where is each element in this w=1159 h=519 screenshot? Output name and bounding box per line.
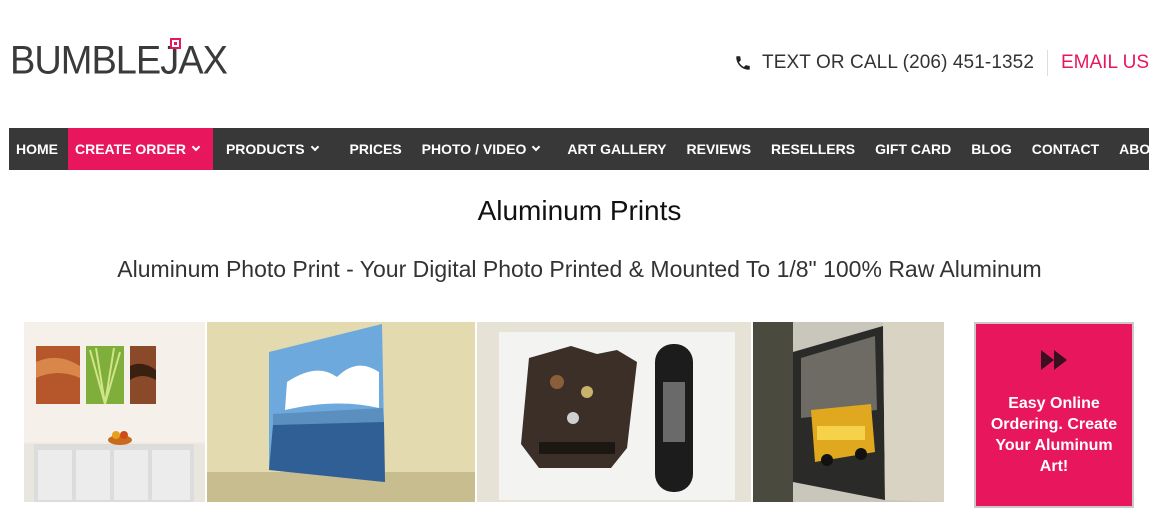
phone-icon [734, 54, 752, 72]
nav-art-gallery[interactable]: ART GALLERY [557, 128, 676, 170]
nav-about[interactable]: ABOUT [1109, 128, 1159, 170]
nav-label: REVIEWS [686, 141, 752, 157]
logo-mark-icon [170, 38, 181, 49]
chevron-down-icon [191, 142, 201, 152]
nav-contact[interactable]: CONTACT [1022, 128, 1109, 170]
chevron-down-icon [310, 142, 319, 152]
gallery-photo-jacket-skateboard [477, 322, 751, 502]
nav-reviews[interactable]: REVIEWS [676, 128, 761, 170]
gallery-photo-taxi [753, 322, 944, 502]
nav-label: RESELLERS [771, 141, 856, 157]
main-nav: HOME CREATE ORDER PRODUCTS PRICES PHOTO … [9, 128, 1159, 170]
phone-number-link[interactable]: TEXT OR CALL (206) 451-1352 [762, 52, 1034, 74]
create-aluminum-art-cta[interactable]: Easy Online Ordering. Create Your Alumin… [974, 322, 1134, 508]
gallery-photo-triptych [24, 322, 205, 502]
nav-blog[interactable]: BLOG [961, 128, 1021, 170]
nav-label: GIFT CARD [875, 141, 952, 157]
chevron-down-icon [532, 142, 541, 152]
header-contact: TEXT OR CALL (206) 451-1352 EMAIL US [734, 50, 1149, 76]
nav-products[interactable]: PRODUCTS [213, 128, 336, 170]
nav-create-order[interactable]: CREATE ORDER [68, 128, 213, 170]
nav-prices[interactable]: PRICES [336, 128, 412, 170]
nav-label: PRICES [349, 141, 402, 157]
page-title: Aluminum Prints [477, 195, 682, 226]
page-subtitle: Aluminum Photo Print - Your Digital Phot… [117, 256, 1042, 282]
nav-label: CREATE ORDER [75, 141, 186, 157]
nav-label: PHOTO / VIDEO [421, 141, 527, 157]
nav-home[interactable]: HOME [9, 128, 68, 170]
nav-label: ART GALLERY [567, 141, 667, 157]
gallery-photo-ocean [207, 322, 475, 502]
nav-photo-video[interactable]: PHOTO / VIDEO [412, 128, 558, 170]
nav-label: ABOUT [1119, 141, 1159, 157]
nav-label: CONTACT [1031, 141, 1100, 157]
nav-label: HOME [16, 141, 58, 157]
nav-gift-card[interactable]: GIFT CARD [865, 128, 961, 170]
header-divider [1047, 50, 1048, 76]
nav-label: PRODUCTS [225, 141, 305, 157]
fast-forward-icon [1041, 350, 1067, 375]
nav-resellers[interactable]: RESELLERS [761, 128, 865, 170]
nav-label: BLOG [971, 141, 1012, 157]
email-us-link[interactable]: EMAIL US [1061, 52, 1149, 74]
brand-logo[interactable]: BUMBLEJAX [10, 36, 230, 86]
cta-text: Easy Online Ordering. Create Your Alumin… [990, 395, 1118, 475]
logo-text: BUMBLEJAX [10, 38, 228, 84]
